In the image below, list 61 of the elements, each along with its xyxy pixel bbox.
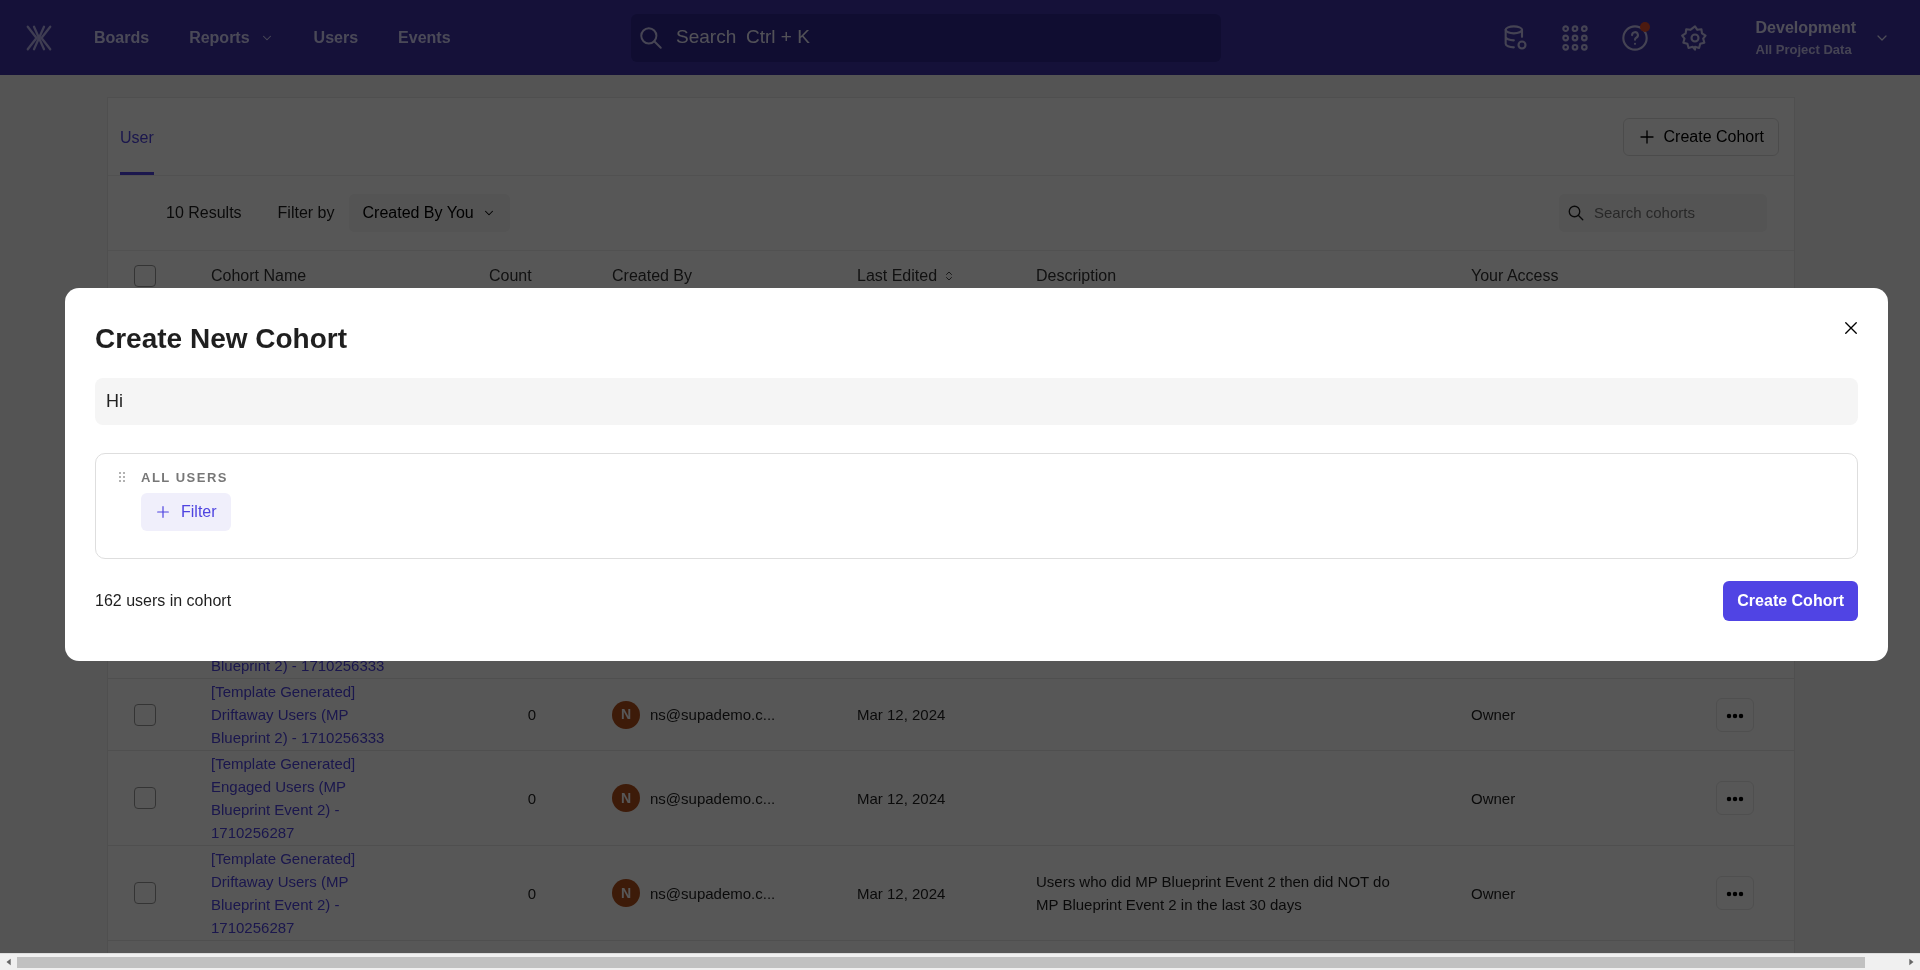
search-icon [1566, 204, 1585, 222]
row-checkbox[interactable] [134, 703, 156, 726]
toolbar-button[interactable] [1619, 22, 1650, 53]
more-button[interactable] [1716, 781, 1754, 815]
shortcut-hint: Ctrl + K [746, 25, 810, 50]
select-all-checkbox[interactable] [134, 265, 156, 287]
plus-icon [1637, 127, 1656, 146]
creator-email: ns@supademo.c... [650, 883, 776, 904]
count-text: 0 [527, 789, 536, 807]
date-text: Mar 12, 2024 [857, 789, 946, 807]
plus-icon [155, 504, 171, 521]
description-text: Users who did MP Blueprint Event 2 then did NOT do MP Blueprint Event 2 in the last 30 days [1036, 872, 1391, 915]
column-header[interactable]: Your Access [1471, 264, 1559, 288]
avatar: N [612, 700, 640, 729]
toolbar-button[interactable] [1679, 22, 1710, 53]
column-header[interactable]: Created By [612, 264, 693, 288]
more-icon [1726, 712, 1744, 719]
count-text: 0 [527, 884, 536, 902]
avatar: N [612, 784, 640, 812]
scrollbar-thumb[interactable] [17, 957, 1865, 968]
group-label: ALL USERS [141, 468, 228, 487]
column-header[interactable]: Cohort Name [211, 264, 307, 288]
column-header[interactable]: Last Edited [857, 264, 938, 288]
row-checkbox[interactable] [134, 787, 156, 809]
search-icon [638, 24, 665, 51]
access-text: Owner [1471, 789, 1516, 807]
avatar: N [612, 879, 640, 907]
create-cohort-button[interactable]: Create Cohort [1723, 580, 1858, 621]
toolbar-button[interactable] [1559, 22, 1590, 53]
more-icon [1726, 796, 1744, 803]
help-icon [1620, 23, 1649, 52]
creator-email: ns@supademo.c... [650, 705, 776, 725]
cohort-name-link[interactable]: [Template Generated] Driftaway Users (MP Blueprint Event 2) - 1710256287 [211, 847, 401, 939]
apps-grid-icon [1560, 23, 1589, 52]
creator-email: ns@supademo.c... [650, 788, 776, 809]
add-filter-button[interactable]: Filter [141, 493, 231, 532]
column-header[interactable]: Count [489, 264, 532, 288]
settings-icon [1680, 23, 1709, 52]
scroll-left-icon[interactable] [4, 957, 14, 967]
access-text: Owner [1471, 706, 1516, 723]
column-header[interactable]: Description [1036, 264, 1117, 288]
count-text: 0 [527, 706, 536, 723]
name-input-field[interactable]: Hi [95, 377, 1858, 425]
more-button[interactable] [1716, 876, 1754, 910]
more-button[interactable] [1716, 697, 1754, 732]
date-text: Mar 12, 2024 [857, 884, 946, 902]
access-text: Owner [1471, 884, 1516, 902]
create-cohort-button[interactable]: Create Cohort [1622, 117, 1779, 156]
more-icon [1726, 891, 1744, 898]
modal-title: Create New Cohort [95, 322, 348, 356]
date-text: Mar 12, 2024 [857, 706, 946, 723]
results-count: 10 Results [166, 203, 242, 223]
cohort-name-link[interactable]: [Template Generated] Engaged Users (MP Blueprint Event 2) - 1710256287 [211, 752, 401, 844]
filter-label: Filter by [277, 203, 335, 223]
row-checkbox[interactable] [134, 882, 156, 904]
tab[interactable]: User [120, 98, 154, 175]
cohort-name-link[interactable]: [Template Generated] Driftaway Users (MP Blueprint 2) - 1710256333 [211, 680, 401, 749]
horizontal-scrollbar[interactable] [0, 953, 1920, 970]
scroll-right-icon[interactable] [1906, 957, 1916, 967]
search-field[interactable]: Search [674, 22, 747, 53]
cohort-size-text: 162 users in cohort [95, 590, 232, 611]
